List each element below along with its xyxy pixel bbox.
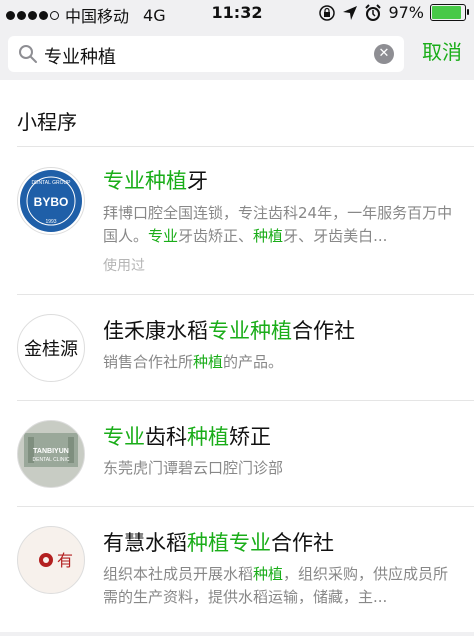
location-arrow-icon bbox=[343, 5, 358, 20]
search-query-text[interactable]: 专业种植 bbox=[44, 43, 116, 69]
logo-text: 金桂源 bbox=[24, 339, 78, 360]
logo-text-top: DENTAL GROUP bbox=[32, 180, 72, 186]
battery-fill bbox=[432, 6, 462, 19]
alarm-icon bbox=[365, 3, 382, 21]
text-run: 佳禾康水稻 bbox=[103, 319, 208, 343]
section-title: 小程序 bbox=[17, 110, 77, 134]
result-title: 有慧水稻种植专业合作社 bbox=[103, 527, 334, 557]
text-run: 牙齿矫正、 bbox=[178, 227, 254, 245]
result-description: 东莞虎门谭碧云口腔门诊部 bbox=[103, 457, 453, 480]
search-bar: 专业种植 ✕ 取消 bbox=[0, 26, 474, 78]
text-run: 有慧水稻 bbox=[103, 531, 187, 555]
result-item[interactable]: TANBIYUN DENTAL CLINIC 专业齿科种植矫正 东莞虎门谭碧云口… bbox=[0, 401, 474, 506]
bybo-logo-icon: DENTAL GROUP BYBO 1993 bbox=[20, 170, 82, 232]
status-bar: 中国移动 4G 11:32 97% bbox=[0, 0, 474, 26]
youhui-logo-icon: 有 bbox=[39, 551, 73, 570]
highlighted-keyword: 种植 bbox=[253, 565, 284, 583]
highlighted-keyword: 专业 bbox=[103, 425, 145, 449]
text-run: 的产品。 bbox=[223, 353, 284, 371]
battery-icon bbox=[430, 4, 469, 21]
clear-icon[interactable]: ✕ bbox=[374, 44, 394, 64]
tanbiyun-logo-avatar: TANBIYUN DENTAL CLINIC bbox=[17, 420, 85, 488]
text-run: 合作社 bbox=[292, 319, 355, 343]
text-run: 牙、牙齿美白... bbox=[283, 227, 388, 245]
result-description: 销售合作社所种植的产品。 bbox=[103, 351, 453, 374]
text-run: 矫正 bbox=[229, 425, 271, 449]
highlighted-keyword: 种植 bbox=[187, 425, 229, 449]
result-title: 专业齿科种植矫正 bbox=[103, 421, 271, 451]
logo-text-sub: DENTAL CLINIC bbox=[33, 457, 70, 463]
search-results: 小程序 DENTAL GROUP BYBO 1993 专业种植牙 拜博口腔全国连… bbox=[0, 80, 474, 632]
result-title: 专业种植牙 bbox=[103, 165, 208, 195]
text-run: 销售合作社所 bbox=[103, 353, 194, 371]
status-right: 97% bbox=[318, 3, 469, 22]
text-run: 齿科 bbox=[145, 425, 187, 449]
result-description: 拜博口腔全国连锁，专注齿科24年，一年服务百万中国人。专业牙齿矫正、种植牙、牙齿… bbox=[103, 202, 453, 248]
text-run: 牙 bbox=[187, 169, 208, 193]
result-item[interactable]: 有 有慧水稻种植专业合作社 组织本社成员开展水稻种植，组织采购，供应成员所需的生… bbox=[0, 507, 474, 632]
used-before-label: 使用过 bbox=[103, 258, 145, 274]
result-item[interactable]: 金桂源 佳禾康水稻专业种植合作社 销售合作社所种植的产品。 bbox=[0, 295, 474, 400]
rotation-lock-icon bbox=[319, 4, 336, 21]
cancel-button[interactable]: 取消 bbox=[422, 36, 462, 65]
search-input[interactable]: 专业种植 ✕ bbox=[8, 36, 404, 72]
text-run: 合作社 bbox=[271, 531, 334, 555]
search-icon bbox=[19, 45, 37, 63]
logo-text-main: BYBO bbox=[34, 195, 69, 209]
highlighted-keyword: 专业种植 bbox=[208, 319, 292, 343]
highlighted-keyword: 种植 bbox=[193, 353, 224, 371]
highlighted-keyword: 专业 bbox=[148, 227, 179, 245]
result-title: 佳禾康水稻专业种植合作社 bbox=[103, 315, 355, 345]
text-run: 东莞虎门谭碧云口腔门诊部 bbox=[103, 459, 284, 477]
youhui-logo-avatar: 有 bbox=[17, 526, 85, 594]
logo-text-year: 1993 bbox=[45, 219, 56, 225]
jinguiyuan-logo-avatar: 金桂源 bbox=[17, 314, 85, 382]
text-run: 组织本社成员开展水稻 bbox=[103, 565, 254, 583]
result-item[interactable]: DENTAL GROUP BYBO 1993 专业种植牙 拜博口腔全国连锁，专注… bbox=[0, 147, 474, 294]
highlighted-keyword: 种植专业 bbox=[187, 531, 271, 555]
battery-percent: 97% bbox=[388, 3, 424, 22]
tanbiyun-logo-icon: TANBIYUN DENTAL CLINIC bbox=[24, 433, 78, 467]
logo-text-main: TANBIYUN bbox=[33, 448, 69, 455]
result-description: 组织本社成员开展水稻种植，组织采购，供应成员所需的生产资料，提供水稻运输，储藏，… bbox=[103, 563, 453, 609]
logo-text: 有 bbox=[57, 551, 73, 570]
highlighted-keyword: 种植 bbox=[253, 227, 284, 245]
highlighted-keyword: 专业种植 bbox=[103, 169, 187, 193]
bybo-logo-avatar: DENTAL GROUP BYBO 1993 bbox=[17, 167, 85, 235]
